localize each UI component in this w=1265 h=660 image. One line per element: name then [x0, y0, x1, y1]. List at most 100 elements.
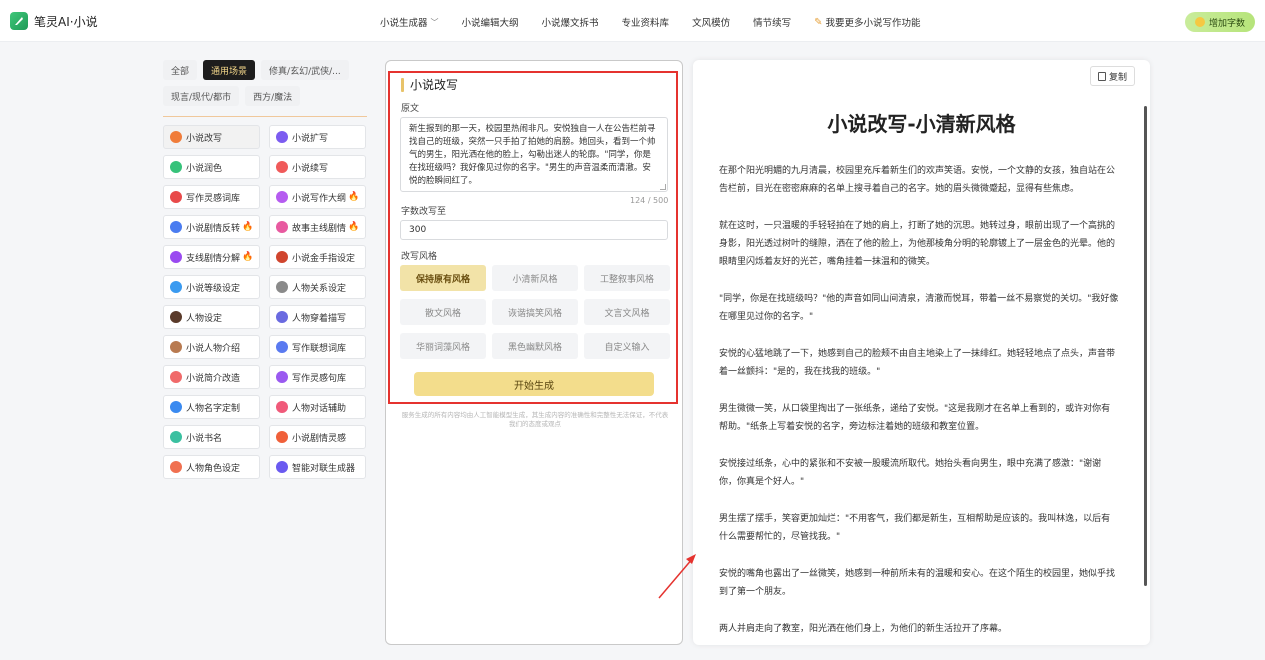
- fire-icon: 🔥: [242, 252, 254, 262]
- tool-label: 小说等级设定: [186, 283, 241, 294]
- tool-label: 小说金手指设定: [292, 253, 356, 264]
- filter-all[interactable]: 全部: [163, 60, 198, 80]
- style-custom[interactable]: 自定义输入: [584, 333, 670, 359]
- logo-text: 笔灵AI·小说: [34, 14, 98, 29]
- tool-icon: [276, 131, 288, 143]
- resize-handle[interactable]: [660, 184, 666, 190]
- filter-xianxia[interactable]: 修真/玄幻/武侠/...: [261, 60, 349, 80]
- tool-item[interactable]: 支线剧情分解 🔥: [163, 245, 260, 269]
- disclaimer: 服务生成的所有内容均由人工智能模型生成，其生成内容的准确性和完整性无法保证，不代…: [401, 411, 669, 428]
- tool-icon: [170, 281, 182, 293]
- tool-icon: [170, 371, 182, 383]
- title-accent-bar: [401, 77, 404, 92]
- tool-icon: [170, 221, 182, 233]
- tool-item[interactable]: 故事主线剧情 🔥: [269, 215, 366, 239]
- output-paragraph: 两人并肩走向了教室，阳光洒在他们身上，为他们的新生活拉开了序幕。: [719, 624, 1008, 634]
- style-humor[interactable]: 诙谐搞笑风格: [492, 299, 578, 325]
- tool-icon: [170, 401, 182, 413]
- style-ornate[interactable]: 华丽词藻风格: [400, 333, 486, 359]
- tool-item[interactable]: 写作灵感词库: [163, 185, 260, 209]
- source-label: 原文: [401, 104, 420, 114]
- tool-item[interactable]: 小说扩写: [269, 125, 366, 149]
- tool-item[interactable]: 人物名字定制: [163, 395, 260, 419]
- tool-label: 小说剧情灵感: [292, 433, 347, 444]
- top-nav: 小说生成器 ﹀ 小说编辑大纲 小说爆文拆书 专业资料库 文风模仿 情节续写 ✎ 我要…: [380, 15, 944, 30]
- nav-more-features[interactable]: ✎ 我要更多小说写作功能: [814, 15, 920, 30]
- add-words-button[interactable]: 增加字数: [1185, 12, 1255, 32]
- logo[interactable]: 笔灵AI·小说: [10, 12, 98, 30]
- filter-modern[interactable]: 现言/现代/都市: [163, 86, 240, 106]
- output-paragraph: 男生摆了摆手，笑容更加灿烂："不用客气，我们都是新生，互相帮助是应该的。我叫林逸…: [719, 514, 1111, 542]
- style-options: 保持原有风格 小清新风格 工整叙事风格 散文风格 诙谐搞笑风格 文言文风格 华丽…: [400, 265, 670, 359]
- output-paragraph: 就在这时，一只温暖的手轻轻拍在了她的肩上，打断了她的沉思。她转过身，眼前出现了一…: [719, 221, 1116, 267]
- tool-item[interactable]: 人物关系设定: [269, 275, 366, 299]
- copy-button[interactable]: 复制: [1089, 66, 1135, 86]
- tool-icon: [170, 341, 182, 353]
- length-input[interactable]: 300: [400, 220, 668, 240]
- output-paragraph: "同学，你是在找班级吗？"他的声音如同山间清泉，清澈而悦耳，带着一丝不易察觉的关…: [719, 294, 1119, 322]
- tool-item[interactable]: 小说续写: [269, 155, 366, 179]
- nav-continue-plot[interactable]: 情节续写: [753, 15, 791, 29]
- tool-icon: [170, 251, 182, 263]
- output-paragraph: 安悦接过纸条，心中的紧张和不安被一股暖流所取代。她抬头看向男生，眼中充满了感激：…: [719, 459, 1102, 487]
- output-panel: 复制 小说改写-小清新风格 在那个阳光明媚的九月清晨，校园里充斥着新生们的欢声笑…: [693, 60, 1150, 645]
- tool-label: 写作联想词库: [292, 343, 347, 354]
- filter-general[interactable]: 通用场景: [203, 60, 256, 80]
- tool-item[interactable]: 小说润色: [163, 155, 260, 179]
- tool-item[interactable]: 小说书名: [163, 425, 260, 449]
- nav-library[interactable]: 专业资料库: [622, 15, 670, 29]
- tool-icon: [276, 311, 288, 323]
- tool-icon: [170, 431, 182, 443]
- tool-icon: [276, 461, 288, 473]
- nav-book-analysis[interactable]: 小说爆文拆书: [542, 15, 599, 29]
- coin-icon: [1194, 17, 1205, 27]
- nav-outline[interactable]: 小说编辑大纲: [462, 15, 519, 29]
- tool-label: 人物角色设定: [186, 463, 241, 474]
- filter-western[interactable]: 西方/魔法: [245, 86, 301, 106]
- style-fresh[interactable]: 小清新风格: [492, 265, 578, 291]
- length-label: 字数改写至: [401, 207, 447, 217]
- output-paragraph: 在那个阳光明媚的九月清晨，校园里充斥着新生们的欢声笑语。安悦，一个文静的女孩，独…: [719, 166, 1116, 194]
- style-keep-original[interactable]: 保持原有风格: [400, 265, 486, 291]
- tool-item[interactable]: 小说简介改造: [163, 365, 260, 389]
- tool-label: 支线剧情分解: [186, 253, 241, 264]
- tool-item[interactable]: 小说等级设定: [163, 275, 260, 299]
- tool-item[interactable]: 小说改写: [163, 125, 260, 149]
- tool-icon: [276, 431, 288, 443]
- nav-style-imitation[interactable]: 文风模仿: [692, 15, 730, 29]
- source-textarea[interactable]: 新生报到的那一天，校园里热闹非凡。安悦独自一人在公告栏前寻找自己的班级，突然一只…: [400, 117, 668, 192]
- tool-icon: [276, 221, 288, 233]
- tool-item[interactable]: 小说人物介绍: [163, 335, 260, 359]
- tool-label: 小说简介改造: [186, 373, 241, 384]
- char-counter: 124 / 500: [630, 196, 669, 205]
- nav-novel-generator[interactable]: 小说生成器 ﹀: [380, 15, 439, 30]
- source-text: 新生报到的那一天，校园里热闹非凡。安悦独自一人在公告栏前寻找自己的班级，突然一只…: [409, 124, 656, 186]
- tool-label: 小说续写: [292, 163, 329, 174]
- tool-icon: [276, 191, 288, 203]
- tool-item[interactable]: 小说写作大纲 🔥: [269, 185, 366, 209]
- tool-item[interactable]: 小说金手指设定: [269, 245, 366, 269]
- tool-label: 小说书名: [186, 433, 223, 444]
- style-classical[interactable]: 文言文风格: [584, 299, 670, 325]
- tool-item[interactable]: 人物穿着描写: [269, 305, 366, 329]
- start-generate-button[interactable]: 开始生成: [414, 372, 654, 396]
- tool-icon: [276, 161, 288, 173]
- style-dark-humor[interactable]: 黑色幽默风格: [492, 333, 578, 359]
- tool-item[interactable]: 写作灵感句库: [269, 365, 366, 389]
- tool-item[interactable]: 写作联想词库: [269, 335, 366, 359]
- copy-icon: [1097, 71, 1106, 81]
- tool-item[interactable]: 人物角色设定: [163, 455, 260, 479]
- style-narrative[interactable]: 工整叙事风格: [584, 265, 670, 291]
- tool-item[interactable]: 小说剧情反转 🔥: [163, 215, 260, 239]
- tool-item[interactable]: 智能对联生成器: [269, 455, 366, 479]
- scrollbar[interactable]: [1144, 106, 1147, 586]
- style-prose[interactable]: 散文风格: [400, 299, 486, 325]
- tool-icon: [276, 251, 288, 263]
- tool-item[interactable]: 人物设定: [163, 305, 260, 329]
- tool-label: 小说人物介绍: [186, 343, 241, 354]
- tool-icon: [276, 281, 288, 293]
- output-paragraph: 安悦的嘴角也露出了一丝微笑，她感到一种前所未有的温暖和安心。在这个陌生的校园里，…: [719, 569, 1116, 597]
- tool-item[interactable]: 人物对话辅助: [269, 395, 366, 419]
- tool-label: 小说剧情反转: [186, 223, 241, 234]
- tool-item[interactable]: 小说剧情灵感: [269, 425, 366, 449]
